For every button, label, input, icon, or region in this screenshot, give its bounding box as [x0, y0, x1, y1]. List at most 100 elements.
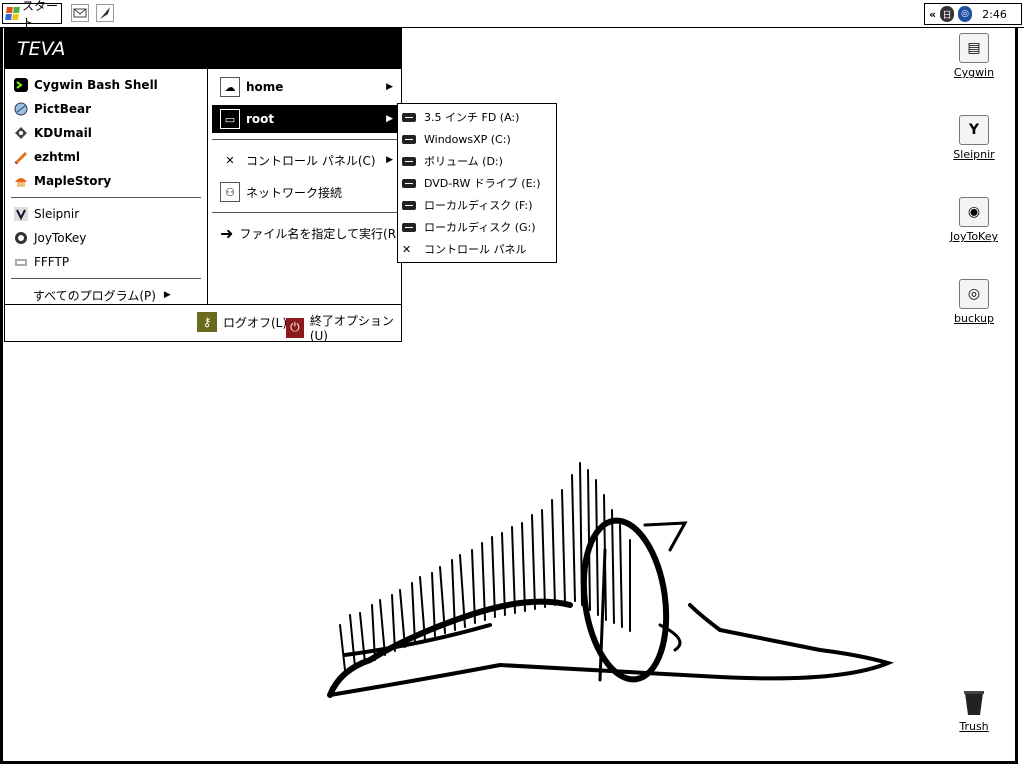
sleipnir-icon: [13, 206, 29, 222]
place-network[interactable]: ⚇ ネットワーク接続: [212, 178, 397, 206]
drive-icon: [402, 200, 416, 210]
arrow-right-icon: ▶: [386, 155, 393, 165]
key-icon: ⚷: [197, 312, 217, 332]
start-menu-programs: Cygwin Bash Shell PictBear KDUmail ezhtm…: [5, 69, 208, 305]
menu-item-maplestory[interactable]: MapleStory: [5, 169, 207, 193]
menu-item-label: Sleipnir: [34, 207, 80, 221]
place-control-panel[interactable]: ✕ コントロール パネル(C) ▶: [212, 146, 397, 174]
place-home[interactable]: ☁ home ▶: [212, 73, 397, 101]
menu-item-joytokey[interactable]: JoyToKey: [5, 226, 207, 250]
drive-label: DVD-RW ドライブ (E:): [424, 177, 541, 190]
drive-icon: [402, 134, 416, 144]
start-menu: TEVA Cygwin Bash Shell PictBear KDUmail …: [4, 28, 412, 343]
place-root[interactable]: ▭ root ▶: [212, 105, 397, 133]
drive-label: ボリューム (D:): [424, 155, 503, 168]
drive-icon: [402, 178, 416, 188]
home-cloud-icon: ☁: [220, 77, 240, 97]
place-label: root: [246, 112, 275, 126]
windows-logo-icon: [5, 7, 20, 20]
sleipnir-shortcut-icon: Y: [959, 115, 989, 145]
drive-label: ローカルディスク (F:): [424, 199, 533, 212]
drive-c[interactable]: WindowsXP (C:): [398, 128, 556, 150]
tools-icon: ✕: [402, 242, 412, 256]
monitor-icon: ▭: [220, 109, 240, 129]
logoff-button[interactable]: ⚷ ログオフ(L): [197, 312, 287, 332]
drive-d[interactable]: ボリューム (D:): [398, 150, 556, 172]
joytokey-shortcut-icon: ◉: [959, 197, 989, 227]
drive-g[interactable]: ローカルディスク (G:): [398, 216, 556, 238]
pictbear-icon: [13, 101, 29, 117]
submenu-label: コントロール パネル: [424, 243, 527, 256]
menu-item-sleipnir[interactable]: Sleipnir: [5, 202, 207, 226]
backup-shortcut-icon: ◎: [959, 279, 989, 309]
cygwin-shortcut-icon: ▤: [959, 33, 989, 63]
menu-item-kdumail[interactable]: KDUmail: [5, 121, 207, 145]
start-label: スタート: [22, 0, 59, 30]
place-run[interactable]: ➜ ファイル名を指定して実行(R)...: [212, 219, 412, 247]
menu-item-label: Cygwin Bash Shell: [34, 78, 158, 92]
arrow-right-icon: ▶: [163, 290, 171, 300]
arrow-right-icon: ▶: [386, 82, 393, 92]
menu-item-label: ezhtml: [34, 150, 81, 164]
start-button[interactable]: スタート: [2, 0, 62, 30]
kdumail-icon: [13, 125, 29, 141]
menu-item-label: FFFTP: [34, 255, 70, 269]
drive-icon: [402, 156, 416, 166]
menu-item-label: KDUmail: [34, 126, 92, 140]
drive-e[interactable]: DVD-RW ドライブ (E:): [398, 172, 556, 194]
drive-icon: [402, 222, 416, 232]
start-menu-footer: ⚷ ログオフ(L) ⏻ 終了オプション(U): [5, 304, 401, 343]
arrow-right-icon: ▶: [386, 114, 393, 124]
clock[interactable]: 2:46: [982, 8, 1007, 21]
menu-separator: [11, 278, 201, 279]
shutdown-button[interactable]: ⏻ 終了オプション(U): [286, 312, 401, 343]
desktop-icon-cygwin[interactable]: ▤ Cygwin: [944, 33, 1004, 79]
start-menu-user-name: TEVA: [5, 29, 401, 69]
menu-item-ffftp[interactable]: FFFTP: [5, 250, 207, 274]
menu-item-label: PictBear: [34, 102, 92, 116]
desktop-icon-trash[interactable]: Trush: [944, 689, 1004, 733]
maplestory-icon: [13, 173, 29, 189]
desktop-icon-label: Sleipnir: [953, 148, 995, 161]
drive-a[interactable]: 3.5 インチ FD (A:): [398, 106, 556, 128]
desktop-icon-joytokey[interactable]: ◉ JoyToKey: [944, 197, 1004, 243]
network-tray-icon[interactable]: ◎: [958, 6, 973, 22]
submenu-control-panel[interactable]: ✕ コントロール パネル: [398, 238, 556, 260]
tray-expand-button[interactable]: «: [929, 8, 936, 21]
arrow-run-icon: ➜: [220, 223, 234, 243]
menu-item-pictbear[interactable]: PictBear: [5, 97, 207, 121]
menu-separator: [212, 139, 397, 140]
mail-icon: [73, 8, 87, 18]
drive-label: WindowsXP (C:): [424, 132, 511, 146]
menu-item-cygwin[interactable]: Cygwin Bash Shell: [5, 73, 207, 97]
tools-icon: ✕: [220, 150, 240, 170]
menu-separator: [11, 197, 201, 198]
drive-icon: [402, 112, 416, 122]
joytokey-icon: [13, 230, 29, 246]
desktop-icon-buckup[interactable]: ◎ buckup: [944, 279, 1004, 325]
desktop-icon-sleipnir[interactable]: Y Sleipnir: [944, 115, 1004, 161]
mail-quicklaunch-icon[interactable]: [71, 4, 89, 22]
desktop-icon-label: Cygwin: [953, 66, 995, 79]
drive-label: 3.5 インチ FD (A:): [424, 111, 520, 124]
ffftp-icon: [13, 254, 29, 270]
drive-label: ローカルディスク (G:): [424, 221, 536, 234]
place-label: ファイル名を指定して実行(R)...: [239, 226, 413, 241]
cygwin-icon: [13, 77, 29, 93]
menu-item-label: MapleStory: [34, 174, 112, 188]
desktop-icon-label: JoyToKey: [949, 230, 998, 243]
menu-item-ezhtml[interactable]: ezhtml: [5, 145, 207, 169]
logoff-label: ログオフ(L): [223, 315, 288, 330]
start-menu-places: ☁ home ▶ ▭ root ▶ ✕ コントロール パネル(C) ▶ ⚇ ネッ…: [208, 69, 412, 305]
quicklaunch-app-icon[interactable]: [96, 4, 114, 22]
taskbar: スタート « 日 ◎ 2:46: [0, 0, 1024, 30]
wallpaper-sketch: [327, 462, 895, 698]
feather-icon: [100, 7, 110, 19]
ime-icon[interactable]: 日: [940, 6, 955, 22]
drive-f[interactable]: ローカルディスク (F:): [398, 194, 556, 216]
all-programs-label: すべてのプログラム(P): [33, 288, 156, 303]
trash-icon: [960, 689, 988, 717]
place-label: home: [246, 80, 284, 94]
shutdown-label: 終了オプション(U): [309, 314, 394, 343]
power-icon: ⏻: [286, 317, 304, 338]
